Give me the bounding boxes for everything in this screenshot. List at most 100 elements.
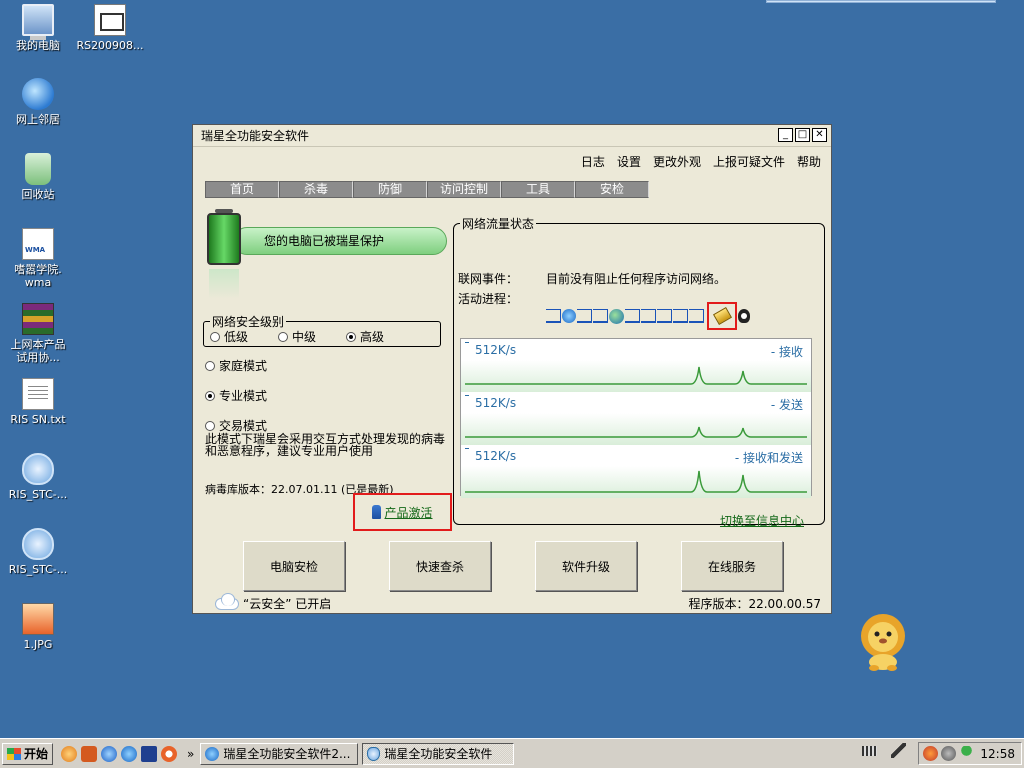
desktop-icon-jpg-file[interactable]: 1.JPG	[0, 603, 76, 651]
tab-security-check[interactable]: 安检	[575, 181, 649, 198]
taskbar: 开始 » 瑞星全功能安全软件2... 瑞星全功能安全软件 12:58	[0, 738, 1024, 768]
protection-status-label: 您的电脑已被瑞星保护	[233, 227, 447, 255]
menu-change-skin[interactable]: 更改外观	[653, 153, 701, 170]
keyboard-icon[interactable]	[862, 745, 877, 756]
media-icon[interactable]	[61, 745, 78, 762]
ie-icon[interactable]	[562, 309, 576, 323]
shield-icon	[22, 453, 54, 485]
radio-icon	[205, 360, 215, 371]
level-low-radio[interactable]: 低级	[210, 328, 248, 345]
desktop-icon-rs-document[interactable]: RS200908...	[72, 4, 148, 52]
level-high-radio[interactable]: 高级	[346, 328, 384, 345]
umbrella-icon[interactable]	[959, 746, 974, 761]
window-titlebar[interactable]: 瑞星全功能安全软件 _ □ ✕	[193, 125, 831, 147]
radio-icon	[210, 331, 220, 342]
process-window-icon[interactable]	[546, 309, 561, 323]
send-graph: 512K/s - 发送	[461, 392, 811, 445]
network-traffic-legend: 网络流量状态	[462, 217, 535, 231]
globe-icon[interactable]	[609, 308, 624, 324]
start-button[interactable]: 开始	[2, 742, 54, 765]
desktop-icon-rar-archive[interactable]: 上网本产品 试用协...	[0, 303, 76, 364]
battery-reflection	[209, 269, 239, 299]
level-medium-radio[interactable]: 中级	[278, 328, 316, 345]
lion-mascot-icon[interactable]	[852, 610, 914, 672]
globe-icon[interactable]	[101, 745, 118, 762]
pc-check-button[interactable]: 电脑安检	[243, 541, 345, 591]
menu-help[interactable]: 帮助	[797, 153, 821, 170]
tab-defense[interactable]: 防御	[353, 181, 427, 198]
recycle-bin-icon	[25, 153, 51, 185]
ie-icon	[205, 746, 220, 761]
process-window-icon[interactable]	[657, 309, 672, 323]
desktop-icon-recycle-bin[interactable]: 回收站	[0, 153, 76, 201]
receive-send-rate: 512K/s	[475, 449, 517, 463]
receive-send-legend: - 接收和发送	[734, 451, 803, 465]
axis-tick	[465, 395, 469, 396]
quick-launch-more[interactable]: »	[187, 747, 194, 761]
player-icon[interactable]	[161, 745, 178, 762]
security-level-group: 网络安全级别 低级 中级 高级	[203, 313, 441, 347]
process-window-icon[interactable]	[625, 309, 640, 323]
desktop-icon-wma-file[interactable]: 嗜嚣学院. wma	[0, 228, 76, 289]
process-window-icon[interactable]	[593, 309, 608, 323]
app-icon[interactable]	[81, 745, 98, 762]
process-window-icon[interactable]	[577, 309, 592, 323]
maximize-button[interactable]: □	[795, 128, 810, 142]
desktop-icon-network-places[interactable]: 网上邻居	[0, 78, 76, 126]
pen-icon[interactable]	[891, 743, 906, 758]
highlighted-process[interactable]	[707, 302, 737, 330]
desktop-icon-my-computer[interactable]: 我的电脑	[0, 4, 76, 52]
key-icon	[712, 307, 732, 325]
windows-logo-icon	[7, 747, 21, 760]
menu-report-suspicious[interactable]: 上报可疑文件	[713, 153, 785, 170]
ie-icon[interactable]	[121, 745, 138, 762]
radio-icon	[205, 420, 215, 431]
clock[interactable]: 12:58	[980, 747, 1021, 761]
mode-professional-radio[interactable]: 专业模式	[205, 387, 267, 404]
network-event-label: 联网事件：	[458, 272, 519, 286]
desktop-icon-ris-stc-2[interactable]: RIS_STC-...	[0, 528, 76, 576]
window-title: 瑞星全功能安全软件	[201, 129, 310, 143]
axis-tick	[465, 448, 469, 449]
minimize-button[interactable]: _	[778, 128, 793, 142]
speaker-icon[interactable]	[941, 746, 956, 761]
cloud-security-status: “云安全” 已开启	[215, 592, 332, 612]
menu-log[interactable]: 日志	[581, 153, 605, 170]
switch-to-info-center-link[interactable]: 切换至信息中心	[720, 512, 804, 529]
system-tray: 12:58	[918, 742, 1022, 765]
computer-icon	[22, 4, 54, 40]
radio-selected-icon	[205, 390, 215, 401]
top-window-edge	[766, 0, 996, 3]
archive-icon	[22, 303, 54, 335]
cloud-icon	[215, 592, 239, 610]
quick-launch	[61, 745, 178, 762]
desktop-icon-ris-stc-1[interactable]: RIS_STC-...	[0, 453, 76, 501]
process-window-icon[interactable]	[673, 309, 688, 323]
mode-home-radio[interactable]: 家庭模式	[205, 357, 267, 374]
taskbar-task-2[interactable]: 瑞星全功能安全软件	[362, 742, 515, 765]
taskbar-task-1[interactable]: 瑞星全功能安全软件2...	[200, 742, 359, 765]
tab-tools[interactable]: 工具	[501, 181, 575, 198]
tab-antivirus[interactable]: 杀毒	[279, 181, 353, 198]
software-upgrade-button[interactable]: 软件升级	[535, 541, 637, 591]
desktop-icon-ris-sn-txt[interactable]: RIS SN.txt	[0, 378, 76, 426]
product-activation: 产品激活	[353, 493, 452, 531]
tray-extra	[862, 743, 906, 758]
menu-settings[interactable]: 设置	[617, 153, 641, 170]
process-window-icon[interactable]	[689, 309, 704, 323]
product-activation-link[interactable]: 产品激活	[384, 504, 432, 521]
tab-home[interactable]: 首页	[205, 181, 279, 198]
quick-scan-button[interactable]: 快速查杀	[389, 541, 491, 591]
qq-penguin-icon[interactable]	[738, 309, 750, 323]
close-button[interactable]: ✕	[812, 128, 827, 142]
active-process-row: 活动进程：	[458, 290, 518, 307]
battery-status-icon	[207, 209, 241, 265]
desktop-icon[interactable]	[141, 745, 158, 762]
qq-icon[interactable]	[923, 746, 938, 761]
online-service-button[interactable]: 在线服务	[681, 541, 783, 591]
network-event-value: 目前没有阻止任何程序访问网络。	[546, 272, 727, 286]
mode-options: 家庭模式 专业模式 交易模式	[205, 357, 267, 434]
cloud-security-text: “云安全” 已开启	[243, 597, 332, 611]
process-window-icon[interactable]	[641, 309, 656, 323]
tab-access-control[interactable]: 访问控制	[427, 181, 501, 198]
